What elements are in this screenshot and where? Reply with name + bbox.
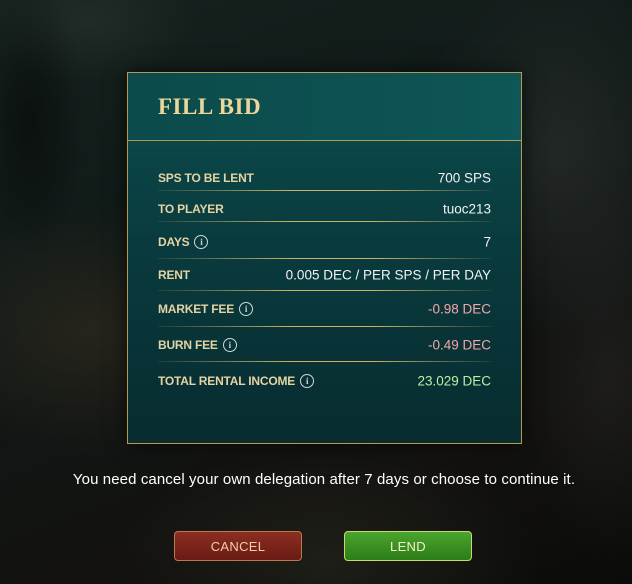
- row-label-text: RENT: [158, 268, 190, 282]
- row-label-text: DAYS: [158, 235, 190, 249]
- row-value: -0.98 DEC: [427, 301, 491, 317]
- row-value: tuoc213: [442, 201, 491, 217]
- row-label-text: TOTAL RENTAL INCOME: [158, 374, 296, 388]
- lend-button[interactable]: LEND: [344, 531, 472, 561]
- row-label: SPS TO BE LENT: [158, 171, 254, 185]
- row-divider: [158, 221, 491, 222]
- row-label-text: BURN FEE: [158, 338, 218, 352]
- row-label: TO PLAYER: [158, 202, 224, 216]
- info-icon[interactable]: i: [300, 374, 315, 388]
- row-divider: [158, 361, 491, 362]
- row-label-text: TO PLAYER: [158, 202, 224, 216]
- row-value: -0.49 DEC: [427, 337, 491, 353]
- row-label-text: MARKET FEE: [158, 302, 235, 316]
- row-to-player: TO PLAYER tuoc213: [158, 199, 491, 219]
- row-divider: [158, 290, 491, 291]
- row-label: DAYS i: [158, 235, 209, 249]
- row-value: 23.029 DEC: [417, 373, 491, 389]
- info-icon[interactable]: i: [194, 235, 209, 249]
- info-icon[interactable]: i: [239, 302, 254, 316]
- row-divider: [158, 258, 491, 259]
- row-rent: RENT 0.005 DEC / PER SPS / PER DAY: [158, 265, 491, 285]
- row-days: DAYS i 7: [158, 232, 491, 252]
- row-sps-to-be-lent: SPS TO BE LENT 700 SPS: [158, 168, 491, 188]
- row-divider: [158, 326, 491, 327]
- delegation-notice: You need cancel your own delegation afte…: [72, 471, 576, 488]
- row-label: MARKET FEE i: [158, 302, 254, 316]
- row-label: RENT: [158, 268, 190, 282]
- cancel-button[interactable]: CANCEL: [174, 531, 302, 561]
- row-label: BURN FEE i: [158, 338, 237, 352]
- row-burn-fee: BURN FEE i -0.49 DEC: [158, 335, 491, 355]
- row-label: TOTAL RENTAL INCOME i: [158, 374, 315, 388]
- info-icon[interactable]: i: [222, 338, 237, 352]
- row-value: 700 SPS: [437, 170, 491, 186]
- row-value: 0.005 DEC / PER SPS / PER DAY: [285, 267, 491, 283]
- row-total-rental-income: TOTAL RENTAL INCOME i 23.029 DEC: [158, 371, 491, 391]
- dialog-title: FILL BID: [158, 94, 262, 119]
- row-market-fee: MARKET FEE i -0.98 DEC: [158, 299, 491, 319]
- dialog-header: FILL BID: [128, 73, 521, 141]
- row-label-text: SPS TO BE LENT: [158, 171, 254, 185]
- row-divider: [158, 190, 491, 191]
- row-value: 7: [483, 234, 491, 250]
- fill-bid-dialog: FILL BID SPS TO BE LENT 700 SPS TO PLAYE…: [127, 72, 522, 444]
